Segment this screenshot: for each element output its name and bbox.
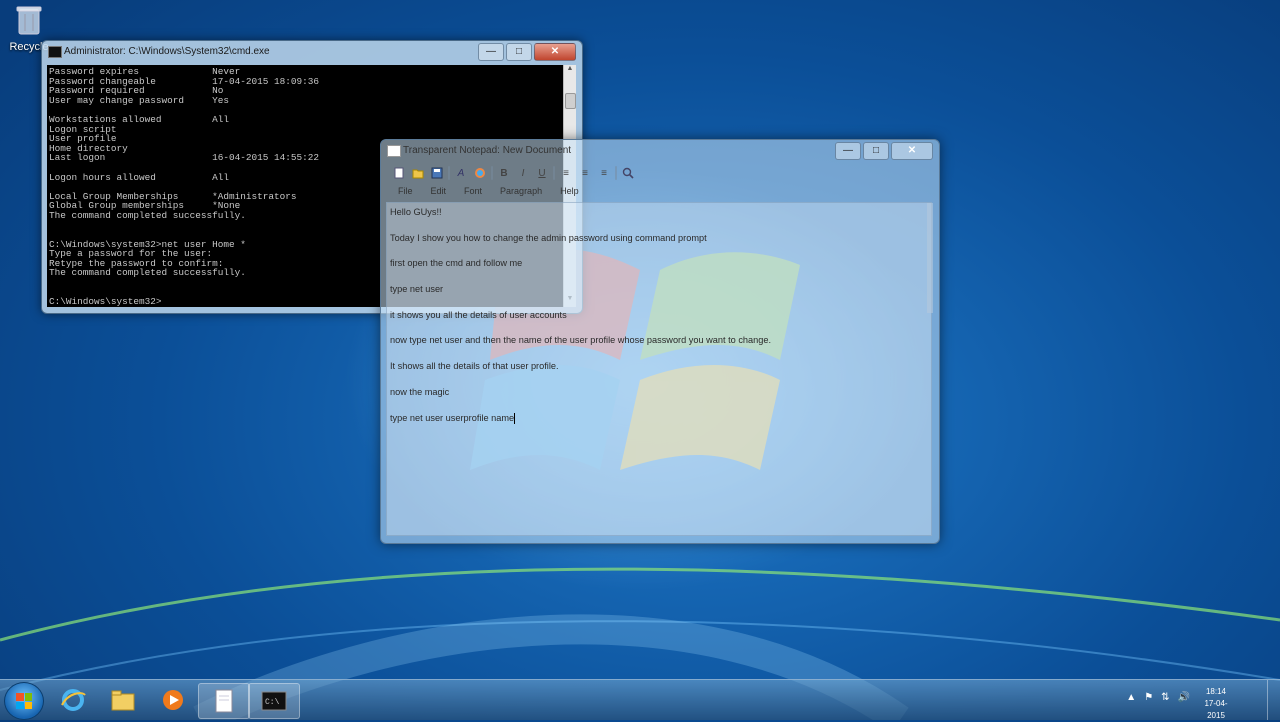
notepad-menubar: File Edit Font Paragraph Help	[389, 186, 588, 196]
text-line: Hello GUys!!	[390, 207, 442, 217]
console-line: User may change password Yes	[49, 94, 230, 106]
notepad-window[interactable]: Transparent Notepad: New Document — □ ✕ …	[380, 139, 940, 544]
media-player-icon[interactable]	[148, 683, 198, 717]
save-icon[interactable]	[429, 165, 445, 181]
font-icon[interactable]: A	[453, 165, 469, 181]
clock-date: 17-04-2015	[1204, 699, 1228, 720]
underline-button[interactable]: U	[534, 165, 550, 181]
notepad-toolbar: A B I U ≡ ≡ ≡	[391, 164, 636, 182]
taskbar: C:\ ▲ ⚑ ⇅ 🔊 18:14 17-04-2015	[0, 679, 1280, 720]
notepad-app-icon	[387, 145, 401, 157]
scroll-up-icon[interactable]: ▲	[564, 65, 576, 77]
menu-file[interactable]: File	[389, 186, 422, 196]
open-icon[interactable]	[410, 165, 426, 181]
toolbar-separator	[553, 166, 555, 180]
cmd-titlebar[interactable]: Administrator: C:\Windows\System32\cmd.e…	[42, 41, 582, 63]
align-right-icon[interactable]: ≡	[596, 165, 612, 181]
volume-icon[interactable]: 🔊	[1178, 692, 1190, 703]
minimize-button[interactable]: —	[478, 43, 504, 61]
maximize-button[interactable]: □	[506, 43, 532, 61]
console-line: Workstations allowed All	[49, 113, 230, 125]
notepad-icon[interactable]	[198, 683, 250, 719]
clock-time: 18:14	[1205, 687, 1227, 696]
cmd-title: Administrator: C:\Windows\System32\cmd.e…	[64, 46, 270, 57]
menu-help[interactable]: Help	[551, 186, 588, 196]
new-icon[interactable]	[391, 165, 407, 181]
text-line: it shows you all the details of user acc…	[390, 309, 567, 320]
cmd-icon	[48, 46, 62, 58]
text-caret	[514, 412, 516, 424]
recycle-bin-icon	[16, 6, 42, 35]
scroll-thumb[interactable]	[565, 93, 576, 109]
close-button[interactable]: ✕	[534, 43, 576, 61]
menu-edit[interactable]: Edit	[422, 186, 456, 196]
show-desktop-button[interactable]	[1267, 680, 1280, 720]
notepad-titlebar[interactable]: Transparent Notepad: New Document — □ ✕	[381, 140, 939, 162]
text-line: type net user userprofile name	[390, 412, 515, 423]
clock[interactable]: 18:14 17-04-2015	[1196, 686, 1236, 722]
menu-font[interactable]: Font	[455, 186, 491, 196]
notepad-text-area[interactable]: Hello GUys!! Today I show you how to cha…	[386, 202, 933, 536]
close-button[interactable]: ✕	[891, 142, 933, 160]
notepad-title: Transparent Notepad: New Document	[403, 145, 572, 156]
cmd-icon[interactable]: C:\	[248, 683, 300, 719]
console-line: Logon script	[49, 123, 117, 135]
toolbar-separator	[448, 166, 450, 180]
text-line: now the magic	[390, 386, 450, 397]
windows-start-icon[interactable]	[4, 682, 44, 720]
text-line: It shows all the details of that user pr…	[390, 361, 559, 372]
italic-button[interactable]: I	[515, 165, 531, 181]
color-icon[interactable]	[472, 165, 488, 181]
network-icon[interactable]: ⇅	[1161, 692, 1169, 703]
flag-icon[interactable]: ⚑	[1144, 692, 1153, 703]
align-center-icon[interactable]: ≡	[577, 165, 593, 181]
notepad-scrollbar[interactable]	[927, 203, 933, 313]
toolbar-separator	[615, 166, 617, 180]
toolbar-separator	[491, 166, 493, 180]
svg-text:C:\: C:\	[265, 698, 280, 707]
text-line: now type net user and then the name of t…	[390, 335, 772, 346]
find-icon[interactable]	[620, 165, 636, 181]
show-hidden-icons[interactable]: ▲	[1126, 692, 1136, 703]
internet-explorer-icon[interactable]	[48, 683, 98, 717]
bold-button[interactable]: B	[496, 165, 512, 181]
minimize-button[interactable]: —	[835, 142, 861, 160]
text-line-last: type net user userprofile name	[390, 413, 931, 439]
align-left-icon[interactable]: ≡	[558, 165, 574, 181]
maximize-button[interactable]: □	[863, 142, 889, 160]
text-line: Today I show you how to change the admin…	[390, 232, 707, 243]
menu-paragraph[interactable]: Paragraph	[491, 186, 551, 196]
text-line: type net user	[390, 284, 444, 295]
text-line: first open the cmd and follow me	[390, 258, 523, 269]
system-tray: ▲ ⚑ ⇅ 🔊	[1126, 692, 1190, 703]
file-explorer-icon[interactable]	[98, 683, 148, 717]
